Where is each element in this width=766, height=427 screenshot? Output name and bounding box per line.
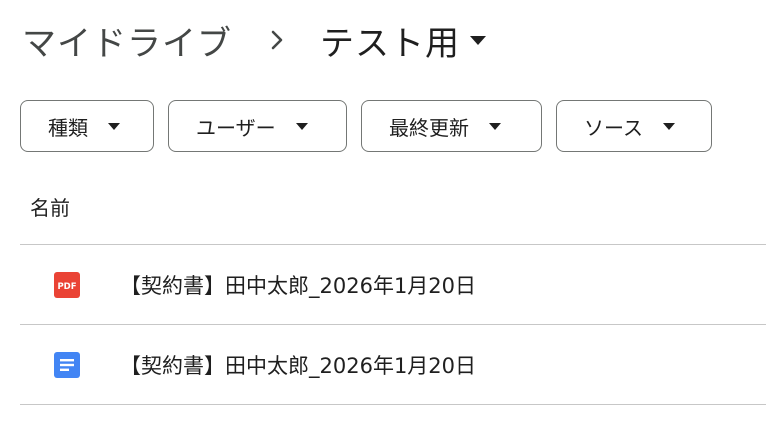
filter-type-chip[interactable]: 種類 xyxy=(20,100,154,152)
file-name: 【契約書】田中太郎_2026年1月20日 xyxy=(120,273,477,298)
caret-down-icon xyxy=(470,35,486,45)
caret-down-icon xyxy=(108,122,120,130)
divider xyxy=(20,404,766,405)
caret-down-icon xyxy=(489,122,501,130)
column-header-name[interactable]: 名前 xyxy=(30,192,70,221)
caret-down-icon xyxy=(295,122,308,130)
caret-down-icon xyxy=(663,122,675,130)
file-name: 【契約書】田中太郎_2026年1月20日 xyxy=(120,353,477,378)
filter-user-label: ユーザー xyxy=(196,115,276,140)
filter-modified-chip[interactable]: 最終更新 xyxy=(361,100,542,152)
file-row[interactable]: 【契約書】田中太郎_2026年1月20日 xyxy=(20,325,766,404)
pdf-file-icon: PDF xyxy=(54,271,80,298)
google-docs-icon xyxy=(54,351,80,378)
current-folder-label: テスト用 xyxy=(320,23,460,64)
file-list: PDF 【契約書】田中太郎_2026年1月20日 【契約書】田中太郎_2026年… xyxy=(20,244,766,405)
breadcrumb-root[interactable]: マイドライブ xyxy=(22,16,232,65)
drive-folder-view: マイドライブ テスト用 種類 ユーザー 最終更新 ソース 名前 PDF 【契約書… xyxy=(0,0,766,427)
file-row[interactable]: PDF 【契約書】田中太郎_2026年1月20日 xyxy=(20,245,766,324)
filter-source-label: ソース xyxy=(584,115,643,140)
filter-bar: 種類 ユーザー 最終更新 ソース xyxy=(20,100,712,152)
filter-source-chip[interactable]: ソース xyxy=(556,100,712,152)
svg-text:PDF: PDF xyxy=(57,282,76,292)
filter-type-label: 種類 xyxy=(48,115,88,140)
filter-user-chip[interactable]: ユーザー xyxy=(168,100,347,152)
breadcrumb: マイドライブ テスト用 xyxy=(22,12,486,68)
chevron-right-icon xyxy=(270,29,284,51)
filter-modified-label: 最終更新 xyxy=(389,115,469,140)
breadcrumb-current-folder[interactable]: テスト用 xyxy=(320,16,486,65)
